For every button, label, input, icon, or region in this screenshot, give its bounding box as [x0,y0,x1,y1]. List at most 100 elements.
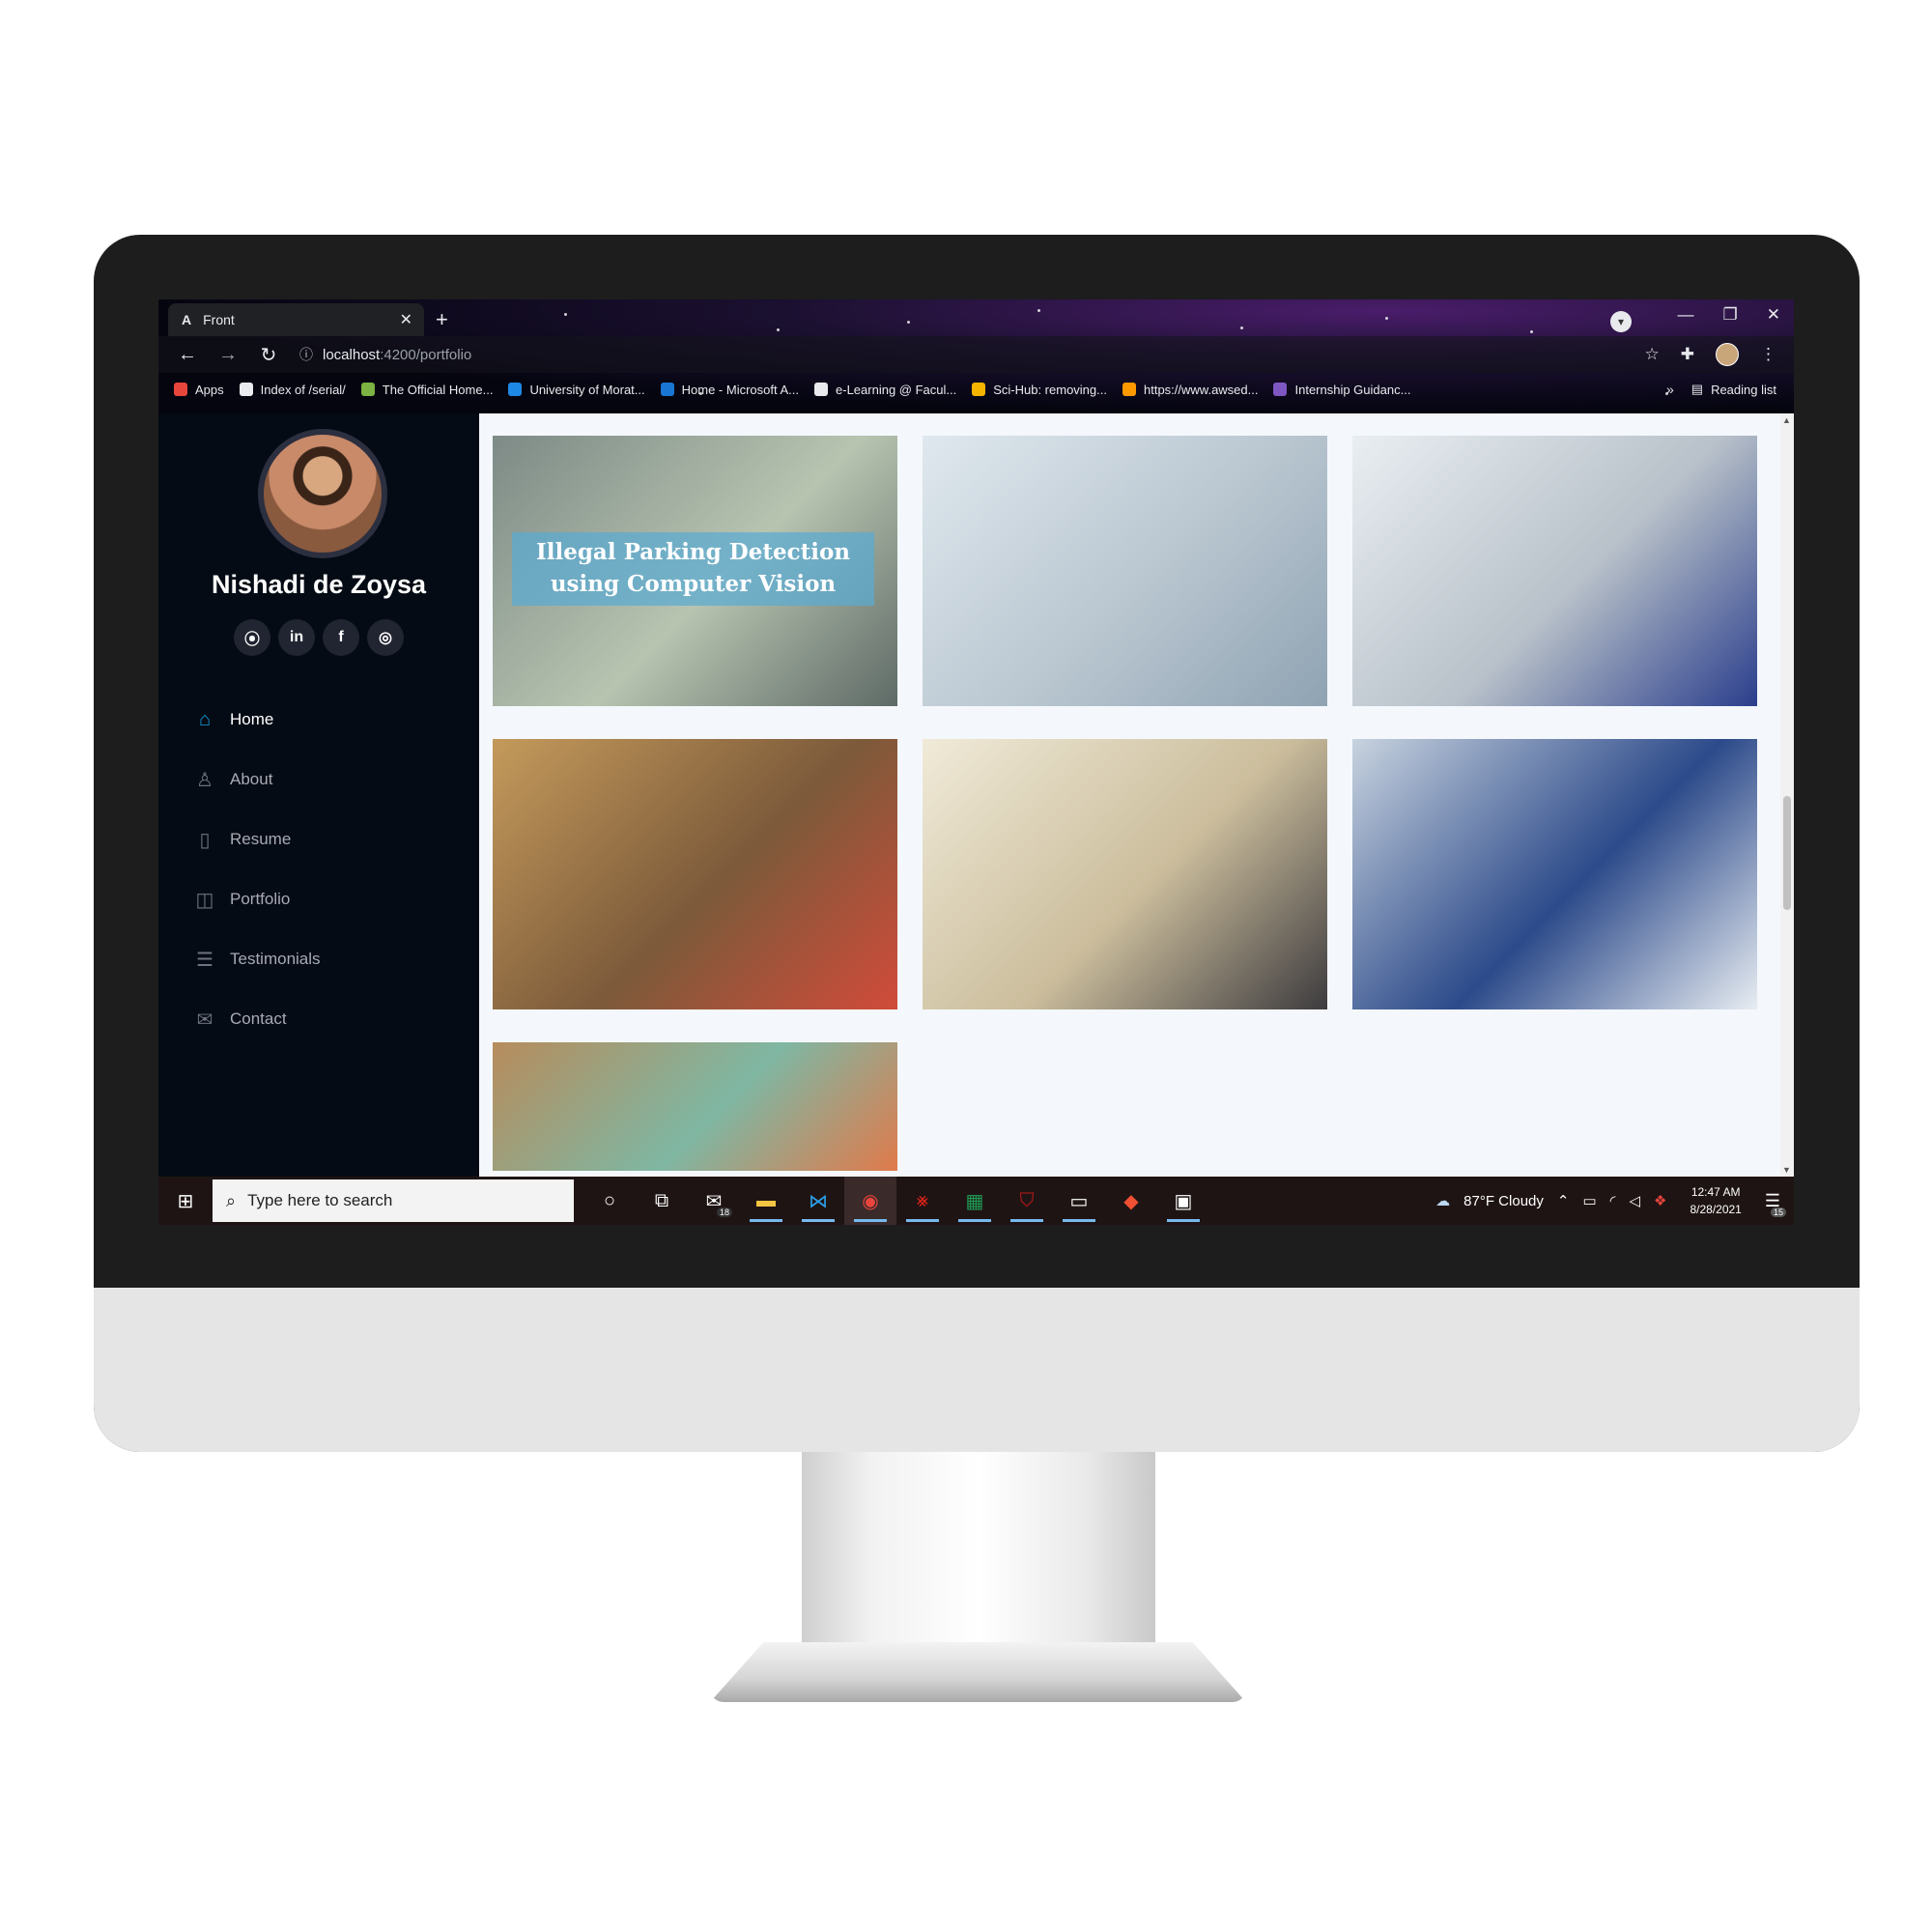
scroll-up-icon[interactable]: ▲ [1782,415,1791,425]
nav-item-about[interactable]: ♙ About [193,750,321,810]
globe-icon [814,383,829,396]
stethoscope-on-laptop-image [1352,436,1757,706]
url-path: :4200/portfolio [380,346,472,363]
portfolio-card[interactable] [1352,739,1757,1009]
address-bar[interactable]: ⓘ localhost:4200/portfolio [294,340,1645,369]
bookmark-item[interactable]: https://www.awsed... [1122,382,1259,397]
tab-search-icon[interactable]: ▾ [1610,311,1632,332]
nav-item-home[interactable]: ⌂ Home [193,690,321,750]
weather-text[interactable]: 87°F Cloudy [1463,1193,1544,1209]
forms-icon [1273,383,1288,396]
portfolio-card[interactable] [493,739,897,1009]
page-scrollbar[interactable]: ▲ ▼ [1780,413,1794,1177]
facebook-icon[interactable]: f [323,619,359,656]
clock-time: 12:47 AM [1690,1185,1741,1199]
cloud-icon: ☁ [1435,1193,1451,1209]
portfolio-card[interactable] [1352,436,1757,706]
profile-photo [258,429,387,558]
acrobat-icon[interactable]: ⨳ [896,1177,949,1225]
nav-item-label: About [230,770,273,788]
cortana-icon[interactable]: ○ [583,1177,636,1225]
woman-writing-at-desk-image [923,436,1327,706]
bookmark-item[interactable]: Sci-Hub: removing... [972,383,1107,397]
taskbar-clock[interactable]: 12:47 AM 8/28/2021 [1690,1183,1741,1218]
browser-tab-front[interactable]: A Front ✕ [168,303,424,336]
extensions-icon[interactable]: ✚ [1681,345,1694,364]
task-view-icon[interactable]: ⧉ [636,1177,688,1225]
angular-icon: A [182,312,192,327]
reading-list-button[interactable]: ▤ Reading list [1691,382,1776,397]
excel-icon[interactable]: ▦ [949,1177,1001,1225]
volume-icon[interactable]: ◁ [1629,1192,1640,1209]
browser-chrome: A Front ✕ + ▾ — ❐ ✕ ← → ↻ ⓘ localhost:42… [158,299,1794,413]
nav-item-resume[interactable]: ▯ Resume [193,810,321,869]
bookmark-label: https://www.awsed... [1143,382,1259,397]
battery-icon[interactable]: ▭ [1582,1192,1596,1209]
windows-taskbar: ⊞ ⌕ Type here to search ○ ⧉ ✉ 18 ▬ ⋈ ◉ ⨳ … [158,1177,1794,1225]
close-window-icon[interactable]: ✕ [1767,305,1780,325]
reading-list-label: Reading list [1711,382,1776,397]
monitor-chin [94,1288,1860,1452]
taskbar-search-box[interactable]: ⌕ Type here to search [213,1179,574,1222]
linkedin-icon[interactable]: in [278,619,315,656]
more-bookmarks-button[interactable]: » [1666,382,1674,397]
github-icon[interactable]: ⦿ [234,619,270,656]
terminal-icon[interactable]: ▭ [1053,1177,1105,1225]
bookmark-label: Index of /serial/ [260,382,346,397]
portfolio-card[interactable] [923,739,1327,1009]
bookmark-item[interactable]: Home - Microsoft A... [660,382,800,397]
portfolio-card[interactable] [923,436,1327,706]
restore-icon[interactable]: ❐ [1723,305,1738,325]
windows-start-icon[interactable]: ⊞ [158,1189,213,1213]
menu-dots-icon[interactable]: ⋮ [1760,345,1776,364]
business-handshake-image [923,739,1327,1009]
nav-item-portfolio[interactable]: ◫ Portfolio [193,869,321,929]
uom-icon [508,383,523,396]
mail-badge: 18 [716,1208,732,1217]
git-icon[interactable]: ◆ [1105,1177,1157,1225]
chrome-icon[interactable]: ◉ [844,1177,896,1225]
mcafee-icon[interactable]: ⛉ [1001,1177,1053,1225]
portfolio-page: Nishadi de Zoysa ⦿ in f ◎ ⌂ Home ♙ About ▯ Resum… [158,413,1794,1177]
supermarket-checkout-image [493,739,897,1009]
site-info-icon[interactable]: ⓘ [299,345,313,364]
nav-item-contact[interactable]: ✉ Contact [193,989,321,1049]
nav-item-testimonials[interactable]: ☰ Testimonials [193,929,321,989]
monitor-stand-base [710,1642,1246,1702]
file-icon: ▯ [199,829,211,851]
bookmark-item[interactable]: University of Morat... [508,383,645,397]
chevron-up-icon[interactable]: ⌃ [1557,1192,1570,1209]
minimize-icon[interactable]: — [1678,305,1694,325]
bookmark-label: Home - Microsoft A... [681,382,800,397]
dropbox-icon[interactable]: ❖ [1654,1192,1666,1209]
portfolio-card[interactable] [493,1042,897,1171]
new-tab-button[interactable]: + [436,307,448,332]
notification-count: 15 [1770,1207,1786,1217]
window-controls: — ❐ ✕ [1678,305,1781,325]
back-icon[interactable]: ← [176,344,199,366]
browser-toolbar: ← → ↻ ⓘ localhost:4200/portfolio ☆ ✚ ⋮ [158,336,1794,373]
forward-icon[interactable]: → [216,344,240,366]
design-desk-color-swatches-image [493,1042,897,1171]
vscode-icon[interactable]: ⋈ [792,1177,844,1225]
scrollbar-thumb[interactable] [1783,796,1791,910]
monitor-stand [802,1452,1155,1655]
bookmark-item[interactable]: Apps [174,383,224,397]
nav-item-label: Home [230,710,274,728]
scroll-down-icon[interactable]: ▼ [1782,1165,1791,1175]
wifi-icon[interactable]: ◜ [1610,1192,1616,1209]
bookmark-item[interactable]: Internship Guidanc... [1273,383,1410,397]
mail-icon[interactable]: ✉ 18 [688,1177,740,1225]
instagram-icon[interactable]: ◎ [367,619,404,656]
portfolio-card[interactable]: Illegal Parking Detection using Computer… [493,436,897,706]
notification-icon[interactable]: ☰ 15 [1765,1191,1786,1217]
file-explorer-icon[interactable]: ▬ [740,1177,792,1225]
bookmark-star-icon[interactable]: ☆ [1645,345,1660,364]
photos-icon[interactable]: ▣ [1157,1177,1209,1225]
bookmark-item[interactable]: The Official Home... [360,383,493,397]
bookmark-item[interactable]: Index of /serial/ [239,382,346,397]
close-tab-icon[interactable]: ✕ [400,310,412,329]
reload-icon[interactable]: ↻ [257,343,280,367]
bookmark-item[interactable]: e-Learning @ Facul... [814,383,956,397]
profile-avatar[interactable] [1716,343,1739,366]
